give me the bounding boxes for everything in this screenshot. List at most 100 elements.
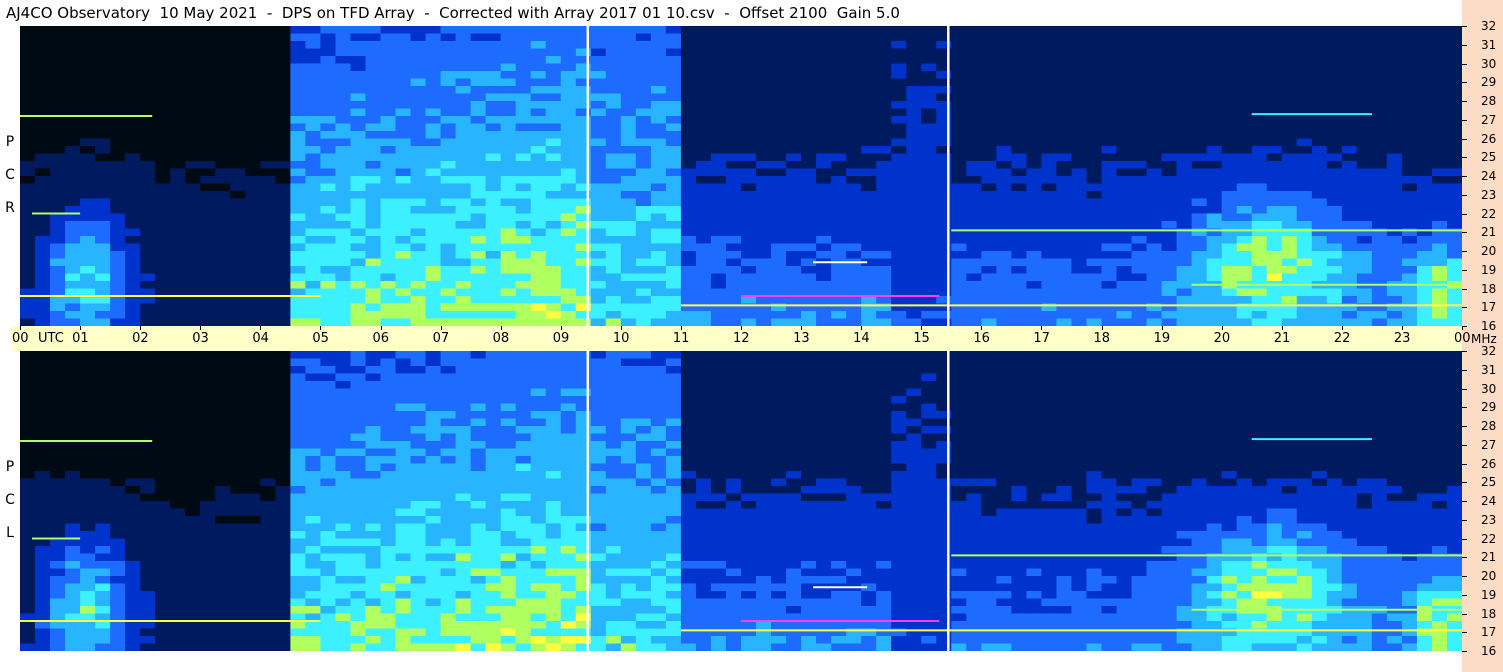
spectrogram-cell [1266, 63, 1283, 72]
spectrogram-cell [155, 628, 171, 637]
spectrogram-cell [1176, 213, 1193, 222]
spectrogram-cell [635, 288, 652, 297]
spectrogram-cell [966, 101, 982, 110]
spectrogram-cell [741, 296, 757, 305]
spectrogram-cell [395, 441, 412, 450]
spectrogram-cell [680, 93, 697, 102]
spectrogram-cell [1146, 93, 1163, 102]
spectrogram-cell [110, 303, 126, 312]
spectrogram-cell [590, 251, 607, 260]
spectrogram-cell [1146, 183, 1163, 192]
spectrogram-cell [275, 358, 291, 367]
spectrogram-cell [95, 243, 111, 252]
spectrogram-cell [741, 243, 757, 252]
spectrogram-cell [110, 373, 126, 382]
spectrogram-cell [65, 523, 81, 532]
spectrogram-cell [410, 296, 427, 305]
spectrogram-cell [395, 448, 412, 457]
spectrogram-cell [741, 221, 757, 230]
spectrogram-cell [65, 636, 81, 645]
spectrogram-cell [1191, 168, 1208, 177]
spectrogram-cell [1161, 213, 1178, 222]
spectrogram-cell [500, 206, 517, 215]
spectrogram-cell [921, 138, 937, 147]
spectrogram-cell [110, 273, 126, 282]
spectrogram-cell [170, 403, 186, 412]
spectrogram-cell [380, 78, 397, 87]
spectrogram-cell [35, 373, 51, 382]
spectrogram-cell [365, 426, 382, 435]
spectrogram-cell [485, 311, 502, 320]
spectrogram-cell [425, 411, 442, 420]
spectrogram-cell [140, 531, 156, 540]
spectrogram-cell [245, 41, 261, 50]
spectrogram-cell [440, 266, 457, 275]
spectrogram-cell [1371, 153, 1388, 162]
spectrogram-cell [605, 221, 622, 230]
spectrogram-cell [650, 153, 667, 162]
spectrogram-cell [560, 221, 577, 230]
spectrogram-cell [320, 418, 337, 427]
spectrogram-cell [1176, 183, 1193, 192]
spectrogram-cell [200, 388, 216, 397]
spectrogram-cell [1161, 41, 1178, 50]
spectrogram-cell [680, 251, 697, 260]
spectrogram-cell [200, 396, 216, 405]
spectrogram-cell [515, 258, 532, 267]
spectrogram-cell [350, 418, 367, 427]
spectrogram-cell [710, 318, 727, 326]
spectrogram-cell [1086, 221, 1103, 230]
spectrogram-cell [335, 628, 352, 637]
spectrogram-cell [665, 101, 682, 110]
spectrogram-cell [1296, 161, 1313, 170]
spectrogram-cell [215, 161, 231, 170]
spectrogram-cell [125, 396, 141, 405]
spectrogram-cell [891, 318, 907, 326]
spectrogram-cell [1041, 288, 1058, 297]
spectrogram-cell [290, 33, 306, 42]
spectrogram-cell [1056, 116, 1073, 125]
spectrogram-cell [95, 183, 111, 192]
spectrogram-cell [951, 78, 967, 87]
spectrogram-cell [1221, 146, 1238, 155]
spectrogram-cell [1236, 138, 1253, 147]
spectrogram-cell [620, 63, 637, 72]
spectrogram-cell [290, 153, 306, 162]
spectrogram-cell [335, 251, 352, 260]
spectrogram-cell [1221, 168, 1238, 177]
spectrogram-cell [906, 86, 922, 95]
spectrogram-cell [80, 183, 96, 192]
spectrogram-cell [771, 138, 787, 147]
spectrogram-cell [861, 183, 877, 192]
spectrogram-cell [1086, 281, 1103, 290]
spectrogram-cell [515, 303, 532, 312]
spectrogram-cell [725, 243, 742, 252]
spectrogram-cell [756, 48, 772, 57]
spectrogram-cell [290, 366, 306, 375]
spectrogram-cell [350, 63, 367, 72]
spectrogram-cell [1206, 48, 1223, 57]
spectrogram-cell [710, 56, 727, 65]
spectrogram-cell [1011, 101, 1027, 110]
spectrogram-cell [981, 273, 997, 282]
spectrogram-cell [1446, 86, 1462, 95]
spectrogram-cell [1191, 33, 1208, 42]
spectrogram-cell [1416, 48, 1433, 57]
spectrogram-cell [305, 606, 322, 615]
spectrogram-cell [320, 486, 337, 495]
spectrogram-cell [260, 176, 276, 185]
spectrogram-cell [125, 266, 141, 275]
spectrogram-cell [125, 258, 141, 267]
spectrogram-cell [710, 41, 727, 50]
spectrogram-cell [20, 221, 36, 230]
spectrogram-cell [125, 621, 141, 630]
spectrogram-cell [290, 243, 306, 252]
spectrogram-cell [816, 131, 832, 140]
spectrogram-cell [215, 538, 231, 547]
spectrogram-cell [1326, 101, 1343, 110]
spectrogram-cell [455, 86, 472, 95]
spectrogram-cell [155, 501, 171, 510]
spectrogram-cell [365, 523, 382, 532]
spectrogram-cell [786, 183, 802, 192]
spectrogram-cell [1041, 281, 1058, 290]
